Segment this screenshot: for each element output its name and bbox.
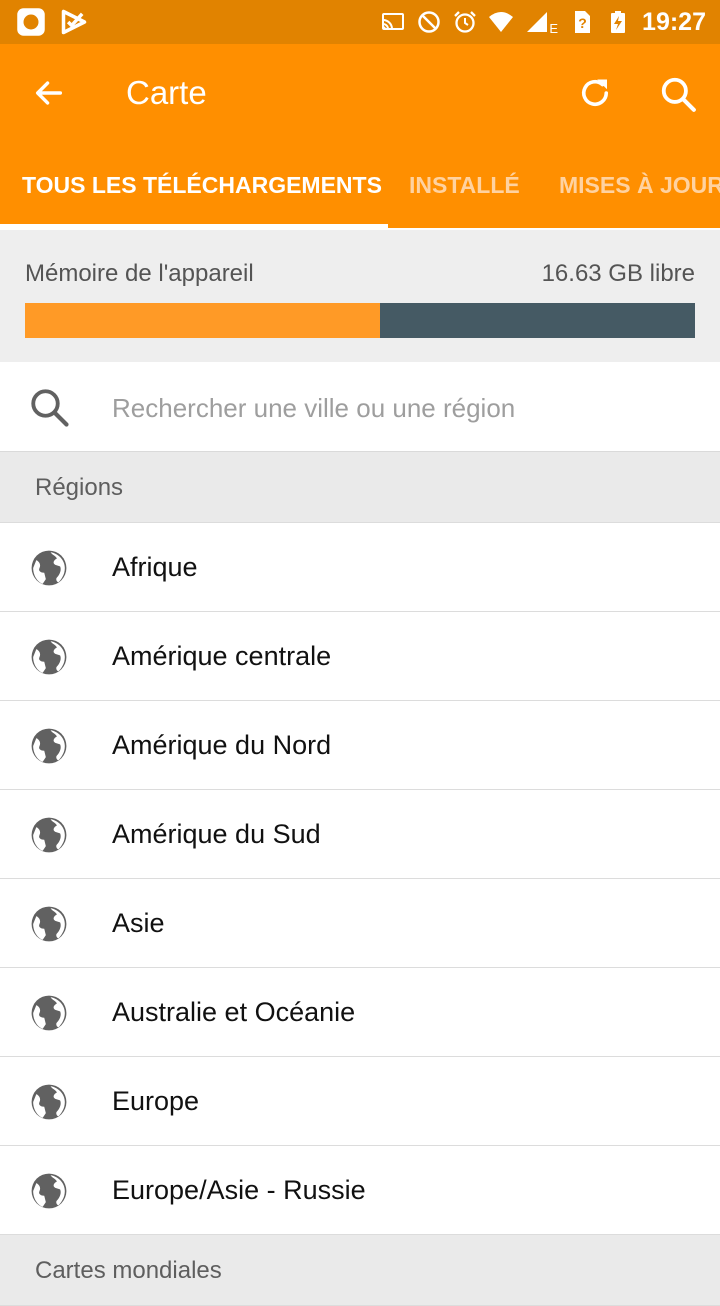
globe-icon: [31, 728, 67, 764]
wifi-icon: [489, 12, 514, 32]
tab-installed[interactable]: INSTALLÉ: [409, 172, 520, 228]
search-button[interactable]: [654, 70, 702, 118]
notification-check-icon: [61, 9, 87, 35]
globe-icon: [31, 995, 67, 1031]
storage-bar: [25, 303, 695, 338]
list-item-region[interactable]: Amérique du Nord: [0, 701, 720, 790]
app-bar: Carte TOUS LES TÉLÉCHARGEMENTS INSTALLÉ …: [0, 44, 720, 228]
globe-icon: [31, 906, 67, 942]
region-list: Afrique Amérique centrale Amérique du No…: [0, 523, 720, 1235]
notification-app-icon: [17, 8, 45, 36]
globe-icon: [31, 1084, 67, 1120]
list-item-region[interactable]: Australie et Océanie: [0, 968, 720, 1057]
tab-all-downloads[interactable]: TOUS LES TÉLÉCHARGEMENTS: [22, 172, 382, 228]
alarm-icon: [454, 11, 477, 33]
search-row: [0, 364, 720, 452]
sim-unknown-icon: ?: [575, 11, 591, 33]
storage-panel: Mémoire de l'appareil 16.63 GB libre: [0, 230, 720, 362]
tab-label: MISES À JOUR: [559, 172, 720, 198]
section-title: Régions: [35, 474, 124, 501]
search-input[interactable]: [112, 386, 692, 430]
storage-label: Mémoire de l'appareil: [25, 260, 254, 287]
refresh-button[interactable]: [572, 70, 618, 116]
back-button[interactable]: [28, 72, 70, 114]
region-label: Amérique du Sud: [112, 819, 321, 849]
section-title: Cartes mondiales: [35, 1257, 222, 1284]
section-header-world-maps: Cartes mondiales: [0, 1235, 720, 1306]
arrow-back-icon: [35, 81, 63, 105]
refresh-icon: [581, 79, 609, 106]
list-item-region[interactable]: Europe/Asie - Russie: [0, 1146, 720, 1235]
globe-icon: [31, 817, 67, 853]
region-label: Australie et Océanie: [112, 997, 356, 1027]
region-label: Amérique du Nord: [112, 730, 332, 760]
globe-icon: [31, 639, 67, 675]
tab-label: TOUS LES TÉLÉCHARGEMENTS: [22, 172, 382, 198]
list-item-region[interactable]: Amérique centrale: [0, 612, 720, 701]
section-header-regions: Régions: [0, 452, 720, 523]
status-time: 19:27: [642, 7, 706, 36]
region-label: Amérique centrale: [112, 641, 332, 671]
region-label: Europe: [112, 1086, 200, 1116]
cast-icon: [382, 13, 405, 30]
region-label: Asie: [112, 908, 165, 938]
tab-indicator: [0, 224, 388, 228]
storage-free-text: 16.63 GB libre: [541, 260, 695, 287]
tab-updates[interactable]: MISES À JOUR: [559, 172, 720, 228]
list-item-region[interactable]: Amérique du Sud: [0, 790, 720, 879]
network-type-label: E: [549, 20, 559, 36]
globe-icon: [31, 1173, 67, 1209]
region-label: Afrique: [112, 552, 198, 582]
storage-bar-used: [25, 303, 381, 338]
battery-charging-icon: [611, 11, 626, 33]
globe-icon: [31, 550, 67, 586]
list-item-region[interactable]: Europe: [0, 1057, 720, 1146]
do-not-disturb-icon: [418, 11, 441, 33]
region-label: Europe/Asie - Russie: [112, 1175, 366, 1205]
search-icon: [31, 389, 69, 427]
signal-icon: [527, 12, 548, 32]
search-icon: [661, 77, 696, 112]
status-bar: E ? 19:27: [0, 0, 720, 44]
svg-text:?: ?: [578, 15, 587, 31]
tab-bar: TOUS LES TÉLÉCHARGEMENTS INSTALLÉ MISES …: [0, 172, 720, 228]
tab-label: INSTALLÉ: [409, 172, 520, 198]
list-item-region[interactable]: Asie: [0, 879, 720, 968]
page-title: Carte: [126, 74, 207, 111]
list-item-region[interactable]: Afrique: [0, 523, 720, 612]
